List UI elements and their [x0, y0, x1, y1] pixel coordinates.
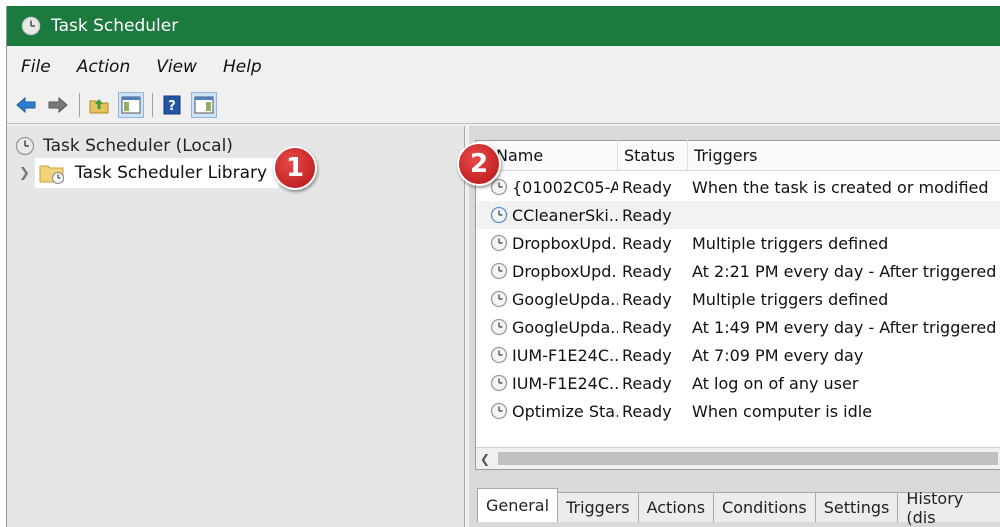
table-row[interactable]: GoogleUpda... Ready At 1:49 PM every day -… [476, 313, 1000, 341]
show-action-pane-icon [194, 96, 214, 113]
title-bar[interactable]: Task Scheduler [7, 6, 1000, 46]
task-clock-icon [490, 346, 508, 364]
table-row[interactable]: {01002C05-A...Ready When the task is crea… [476, 173, 1000, 201]
help-icon: ? [163, 95, 181, 114]
task-list-pane: Name Status Triggers {01002C05-A...Ready… [457, 126, 1000, 527]
task-scheduler-app-icon [21, 16, 41, 36]
toolbar-separator [152, 92, 153, 117]
tree-root-label: Task Scheduler (Local) [43, 136, 233, 156]
show-hide-console-tree-button[interactable] [118, 91, 144, 118]
task-name-cell: GoogleUpda... [476, 290, 618, 309]
tab-actions[interactable]: Actions [637, 492, 715, 522]
task-trigger-cell: When the task is created or modified [692, 177, 989, 197]
task-name-cell: {01002C05-A... [476, 178, 618, 197]
task-list-header: Name Status Triggers [476, 140, 1000, 171]
task-clock-icon [490, 318, 508, 336]
task-name-cell: IUM-F1E24C... [476, 374, 618, 393]
horizontal-scrollbar[interactable]: ❮ [476, 447, 1000, 469]
task-trigger-cell: At 2:21 PM every day - After triggered [692, 261, 997, 281]
menu-view[interactable]: View [156, 57, 197, 77]
table-row[interactable]: DropboxUpd... Ready Multiple triggers defi… [476, 229, 1000, 257]
task-status-cell: Ready [622, 233, 672, 253]
task-clock-icon [490, 206, 508, 224]
scrollbar-thumb[interactable] [498, 452, 998, 465]
console-tree-pane: Task Scheduler (Local) ❯ Task Scheduler … [7, 126, 465, 527]
task-name-cell: Optimize Sta... [476, 402, 618, 421]
tree-root-task-scheduler-local[interactable]: Task Scheduler (Local) [15, 136, 233, 156]
menu-file[interactable]: File [21, 57, 51, 77]
tab-triggers[interactable]: Triggers [557, 492, 639, 522]
show-hide-console-tree-icon [121, 96, 141, 113]
tab-general[interactable]: General [477, 488, 559, 522]
task-status-cell: Ready [622, 401, 672, 421]
menu-bar: File Action View Help [7, 54, 274, 80]
task-scheduler-library-node[interactable]: Task Scheduler Library [35, 158, 280, 188]
toolbar: ? [7, 86, 1000, 124]
column-header-status[interactable]: Status [618, 140, 688, 170]
task-properties-tabs: General Triggers Actions Conditions Sett… [477, 488, 1000, 527]
table-row[interactable]: GoogleUpda... Ready Multiple triggers defi… [476, 285, 1000, 313]
task-trigger-cell: At log on of any user [692, 373, 859, 393]
table-row[interactable]: IUM-F1E24C... Ready At 7:09 PM every day [476, 341, 1000, 369]
chevron-right-icon[interactable]: ❯ [19, 166, 35, 181]
help-button[interactable]: ? [159, 92, 185, 118]
task-scheduler-window: Task Scheduler File Action View Help ? T… [6, 6, 1000, 527]
forward-arrow-icon [48, 96, 68, 113]
svg-text:?: ? [168, 99, 176, 114]
task-name-cell: CCleanerSki... [476, 206, 618, 225]
show-action-pane-button[interactable] [191, 91, 217, 118]
scroll-left-icon[interactable]: ❮ [476, 452, 494, 466]
table-row[interactable]: DropboxUpd... Ready At 2:21 PM every day -… [476, 257, 1000, 285]
task-status-cell: Ready [622, 261, 672, 281]
task-trigger-cell: When computer is idle [692, 401, 873, 421]
back-button[interactable] [13, 92, 39, 118]
column-header-triggers[interactable]: Triggers [688, 140, 1000, 170]
task-rows: {01002C05-A...ReadyWhen the task is crea… [476, 173, 1000, 425]
task-name-cell: IUM-F1E24C... [476, 346, 618, 365]
task-trigger-cell: At 7:09 PM every day [692, 345, 864, 365]
task-trigger-cell: At 1:49 PM every day - After triggered [692, 317, 997, 337]
up-folder-icon [89, 98, 109, 113]
task-list: Name Status Triggers {01002C05-A...Ready… [475, 140, 1000, 470]
task-name-cell: DropboxUpd... [476, 262, 618, 281]
task-status-cell: Ready [622, 177, 672, 197]
task-status-cell: Ready [622, 317, 672, 337]
task-name-cell: GoogleUpda... [476, 318, 618, 337]
toolbar-separator [79, 92, 80, 117]
menu-help[interactable]: Help [223, 57, 262, 77]
task-clock-icon [490, 290, 508, 308]
task-status-cell: Ready [622, 289, 672, 309]
menu-action[interactable]: Action [77, 57, 131, 77]
task-clock-icon [490, 374, 508, 392]
callout-badge-1: 1 [273, 146, 317, 190]
up-one-level-button[interactable] [86, 92, 112, 118]
tab-history[interactable]: History (dis [897, 489, 1000, 527]
task-clock-icon [490, 402, 508, 420]
task-clock-icon [490, 234, 508, 252]
task-status-cell: Ready [622, 205, 672, 225]
tree-item-label: Task Scheduler Library [75, 163, 268, 183]
folder-clock-icon [39, 165, 64, 184]
task-status-cell: Ready [622, 373, 672, 393]
callout-badge-2: 2 [457, 142, 501, 186]
window-title: Task Scheduler [51, 16, 179, 36]
table-row[interactable]: IUM-F1E24C... Ready At log on of any user [476, 369, 1000, 397]
forward-button[interactable] [45, 92, 71, 118]
task-trigger-cell: Multiple triggers defined [692, 289, 889, 309]
task-name-cell: DropboxUpd... [476, 234, 618, 253]
task-trigger-cell: Multiple triggers defined [692, 233, 889, 253]
task-status-cell: Ready [622, 345, 672, 365]
clock-icon [15, 136, 35, 156]
tab-conditions[interactable]: Conditions [713, 492, 816, 522]
table-row[interactable]: Optimize Sta...Ready When computer is idl… [476, 397, 1000, 425]
tab-settings[interactable]: Settings [814, 492, 899, 522]
tree-item-task-scheduler-library[interactable]: ❯ Task Scheduler Library [19, 158, 280, 188]
table-row[interactable]: CCleanerSki... Ready [476, 201, 1000, 229]
back-arrow-icon [16, 96, 36, 113]
task-clock-icon [490, 262, 508, 280]
